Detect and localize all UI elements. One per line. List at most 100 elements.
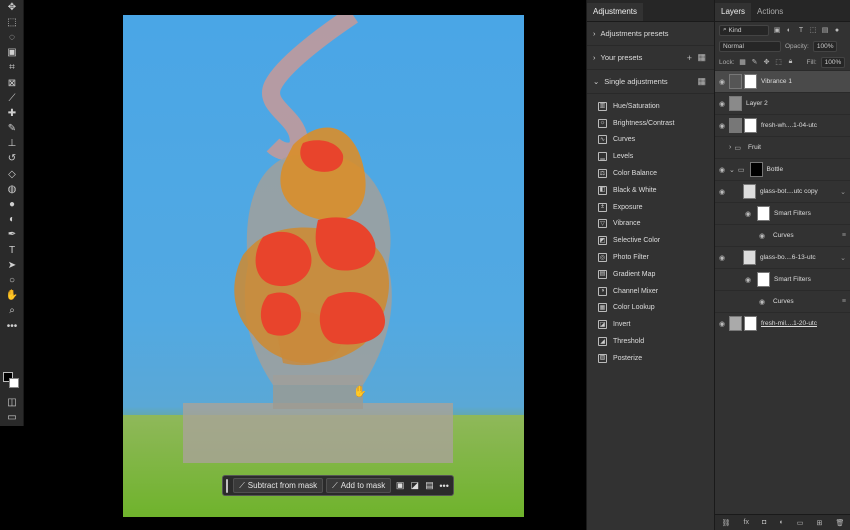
- link-layers-icon[interactable]: ⛓: [722, 519, 731, 527]
- visibility-eye-icon[interactable]: ◉: [741, 276, 755, 284]
- history-brush-icon[interactable]: ↺: [0, 152, 24, 167]
- type-icon[interactable]: T: [0, 243, 24, 258]
- layer-mask-thumb[interactable]: [749, 162, 763, 177]
- chevron-down-icon[interactable]: ⌄: [729, 166, 735, 174]
- layer-row[interactable]: ◉ fresh-mil....1-20-utc: [715, 312, 850, 334]
- lasso-icon[interactable]: ◌: [0, 30, 24, 45]
- more-options-icon[interactable]: •••: [438, 478, 450, 493]
- visibility-eye-icon[interactable]: ◉: [715, 188, 729, 196]
- layer-mask-thumb[interactable]: [744, 316, 757, 331]
- fx-icon[interactable]: fx: [744, 519, 749, 526]
- layer-row[interactable]: ◉ glass-bot....utc copy ⌄: [715, 180, 850, 202]
- visibility-eye-icon[interactable]: ◉: [715, 320, 729, 328]
- visibility-eye-icon[interactable]: ◉: [741, 210, 755, 218]
- visibility-eye-icon[interactable]: ◉: [715, 78, 729, 86]
- smart-filter-icon[interactable]: ▤: [821, 26, 829, 34]
- layer-row[interactable]: ◉ glass-bo....6-13-utc ⌄: [715, 246, 850, 268]
- adj-selective-color[interactable]: ◩ Selective Color: [587, 232, 714, 249]
- adj-hue-saturation[interactable]: ▥ Hue/Saturation: [587, 98, 714, 115]
- new-group-icon[interactable]: ▭: [797, 519, 804, 527]
- adj-gradient-map[interactable]: ▤ Gradient Map: [587, 266, 714, 283]
- lock-all-icon[interactable]: 🔒︎: [787, 58, 795, 66]
- layer-mask-thumb[interactable]: [744, 118, 757, 133]
- taskbar-grip-icon[interactable]: [226, 478, 229, 493]
- eraser-icon[interactable]: ◇: [0, 167, 24, 182]
- pixel-filter-icon[interactable]: ▣: [773, 26, 781, 34]
- new-layer-icon[interactable]: ⊞: [817, 519, 823, 527]
- adj-vibrance[interactable]: ▽ Vibrance: [587, 216, 714, 233]
- filter-mask-thumb[interactable]: [757, 206, 770, 221]
- more-tools-icon[interactable]: •••: [0, 319, 24, 334]
- smart-filters-row[interactable]: ◉ Smart Filters: [715, 202, 850, 224]
- visibility-eye-icon[interactable]: ◉: [715, 166, 729, 174]
- clone-stamp-icon[interactable]: ⊥: [0, 137, 24, 152]
- single-adjustments-header[interactable]: ⌄ Single adjustments ▦: [587, 70, 714, 94]
- layer-row[interactable]: ◉ fresh-wh....1-04-utc: [715, 114, 850, 136]
- adj-brightness-contrast[interactable]: ☼ Brightness/Contrast: [587, 115, 714, 132]
- pen-icon[interactable]: ✒: [0, 228, 24, 243]
- shape-filter-icon[interactable]: ⬚: [809, 26, 817, 34]
- adj-invert[interactable]: ◪ Invert: [587, 316, 714, 333]
- layer-mask-thumb[interactable]: [744, 74, 757, 89]
- invert-mask-icon[interactable]: ◪: [409, 478, 421, 493]
- filter-mask-thumb[interactable]: [757, 272, 770, 287]
- visibility-eye-icon[interactable]: ◉: [755, 232, 769, 240]
- visibility-eye-icon[interactable]: ◉: [715, 122, 729, 130]
- adjustment-layer-icon[interactable]: ◐: [779, 519, 783, 526]
- healing-brush-icon[interactable]: ✚: [0, 106, 24, 121]
- subtract-from-mask-button[interactable]: ⟋ Subtract from mask: [233, 478, 324, 493]
- smart-filter-row[interactable]: ◉ Curves ≡: [715, 290, 850, 312]
- add-to-mask-button[interactable]: ⟋ Add to mask: [326, 478, 392, 493]
- adj-color-balance[interactable]: ⚖ Color Balance: [587, 165, 714, 182]
- your-presets-header[interactable]: › Your presets + ▦: [587, 46, 714, 70]
- crop-icon[interactable]: ⌗: [0, 61, 24, 76]
- add-mask-icon[interactable]: ◘: [762, 519, 766, 526]
- adj-levels[interactable]: ▁ Levels: [587, 148, 714, 165]
- type-filter-icon[interactable]: T: [797, 27, 805, 34]
- adjustment-filter-icon[interactable]: ◐: [785, 27, 793, 34]
- zoom-icon[interactable]: ⌕: [0, 304, 24, 319]
- background-color-swatch[interactable]: [9, 378, 19, 388]
- adjustments-presets-header[interactable]: › Adjustments presets: [587, 22, 714, 46]
- delete-layer-icon[interactable]: 🗑︎: [836, 519, 845, 527]
- kind-filter-select[interactable]: ⌕ Kind: [719, 24, 769, 36]
- layer-row[interactable]: ◉ Layer 2: [715, 92, 850, 114]
- paint-bucket-icon[interactable]: ◍: [0, 182, 24, 197]
- view-grid-icon[interactable]: ▦: [697, 76, 706, 87]
- visibility-eye-icon[interactable]: ◉: [755, 298, 769, 306]
- frame-icon[interactable]: ⊠: [0, 76, 24, 91]
- adj-black-white[interactable]: ◧ Black & White: [587, 182, 714, 199]
- fill-mask-icon[interactable]: ▤: [424, 478, 436, 493]
- adj-color-lookup[interactable]: ▦ Color Lookup: [587, 300, 714, 317]
- smart-filter-row[interactable]: ◉ Curves ≡: [715, 224, 850, 246]
- quick-mask-icon[interactable]: ◫: [0, 395, 24, 410]
- filter-toggle-icon[interactable]: ●: [833, 27, 841, 34]
- adj-curves[interactable]: ∿ Curves: [587, 132, 714, 149]
- adj-photo-filter[interactable]: ◎ Photo Filter: [587, 249, 714, 266]
- shape-icon[interactable]: ○: [0, 273, 24, 288]
- adj-channel-mixer[interactable]: ◑ Channel Mixer: [587, 283, 714, 300]
- lock-artboard-icon[interactable]: ⬚: [775, 58, 783, 66]
- adj-exposure[interactable]: ± Exposure: [587, 199, 714, 216]
- layer-group-row[interactable]: ◉ ⌄ ▭ Bottle: [715, 158, 850, 180]
- lock-position-icon[interactable]: ✥: [763, 58, 771, 66]
- filter-options-icon[interactable]: ≡: [842, 232, 846, 239]
- adj-threshold[interactable]: ◢ Threshold: [587, 333, 714, 350]
- preset-grid-icon[interactable]: ▦: [697, 52, 706, 63]
- adj-posterize[interactable]: ▨ Posterize: [587, 350, 714, 367]
- document-canvas[interactable]: ✋: [123, 15, 524, 517]
- screen-mode-icon[interactable]: ▭: [0, 410, 24, 425]
- lock-pixels-icon[interactable]: ✎: [751, 58, 759, 66]
- add-preset-icon[interactable]: +: [687, 53, 692, 63]
- lock-transparency-icon[interactable]: ▦: [739, 58, 747, 66]
- opacity-field[interactable]: 100%: [812, 40, 837, 52]
- chevron-right-icon[interactable]: ›: [729, 144, 731, 151]
- marquee-icon[interactable]: ⬚: [0, 15, 24, 30]
- mask-options-icon[interactable]: ▣: [394, 478, 406, 493]
- layer-row[interactable]: ◉ Vibrance 1: [715, 70, 850, 92]
- tab-adjustments[interactable]: Adjustments: [587, 3, 644, 21]
- layer-group-row[interactable]: › ▭ Fruit: [715, 136, 850, 158]
- move-icon[interactable]: ✥: [0, 0, 24, 15]
- hand-icon[interactable]: ✋: [0, 289, 24, 304]
- dodge-icon[interactable]: ◐: [0, 213, 24, 228]
